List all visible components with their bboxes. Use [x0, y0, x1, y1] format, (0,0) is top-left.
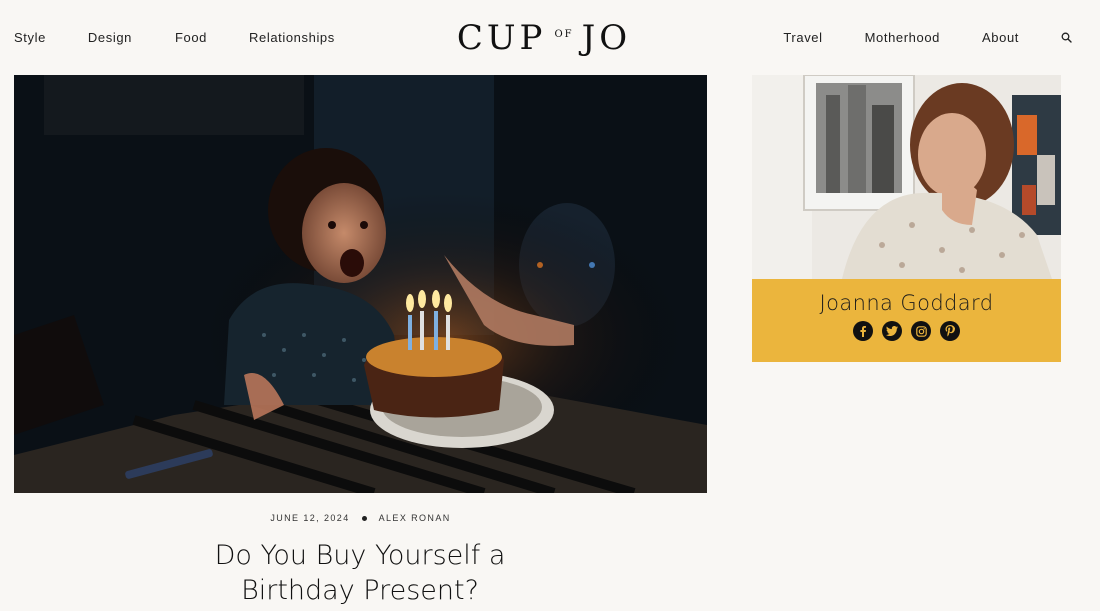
- nav-item-food[interactable]: Food: [175, 30, 207, 45]
- instagram-link[interactable]: [911, 321, 931, 341]
- nav-item-about[interactable]: About: [982, 30, 1019, 45]
- instagram-icon: [915, 325, 927, 337]
- search-button[interactable]: [1061, 32, 1072, 43]
- pinterest-icon: [945, 325, 955, 337]
- nav-left: Style Design Food Relationships: [14, 30, 335, 45]
- nav-item-relationships[interactable]: Relationships: [249, 30, 335, 45]
- author-box: Joanna Goddard: [752, 279, 1061, 362]
- site-logo[interactable]: CUP OF JO: [424, 18, 664, 58]
- logo-cup: CUP: [456, 18, 547, 58]
- nav-item-style[interactable]: Style: [14, 30, 46, 45]
- nav-item-design[interactable]: Design: [88, 30, 132, 45]
- pinterest-link[interactable]: [940, 321, 960, 341]
- facebook-icon: [860, 326, 866, 337]
- birthday-photo: [14, 75, 707, 493]
- post-date: JUNE 12, 2024: [270, 513, 350, 523]
- nav-right: Travel Motherhood About: [783, 30, 1072, 45]
- post-meta: JUNE 12, 2024 ALEX RONAN: [14, 513, 707, 523]
- author-portrait: [752, 75, 1061, 279]
- search-icon: [1061, 32, 1072, 43]
- nav-item-motherhood[interactable]: Motherhood: [865, 30, 940, 45]
- nav-item-travel[interactable]: Travel: [783, 30, 822, 45]
- logo-jo: JO: [581, 18, 632, 58]
- author-photo: [752, 75, 1061, 279]
- twitter-icon: [886, 326, 898, 336]
- twitter-link[interactable]: [882, 321, 902, 341]
- site-header: Style Design Food Relationships CUP OF J…: [0, 0, 1100, 75]
- hero-photo[interactable]: [14, 75, 707, 493]
- post-author[interactable]: ALEX RONAN: [379, 513, 451, 523]
- meta-separator: [361, 515, 367, 521]
- social-links: [849, 321, 965, 341]
- author-name[interactable]: Joanna Goddard: [820, 291, 994, 315]
- author-sidebar: Joanna Goddard: [752, 75, 1061, 362]
- logo-of: OF: [554, 28, 574, 40]
- post-title[interactable]: Do You Buy Yourself a Birthday Present?: [160, 538, 560, 608]
- facebook-link[interactable]: [853, 321, 873, 341]
